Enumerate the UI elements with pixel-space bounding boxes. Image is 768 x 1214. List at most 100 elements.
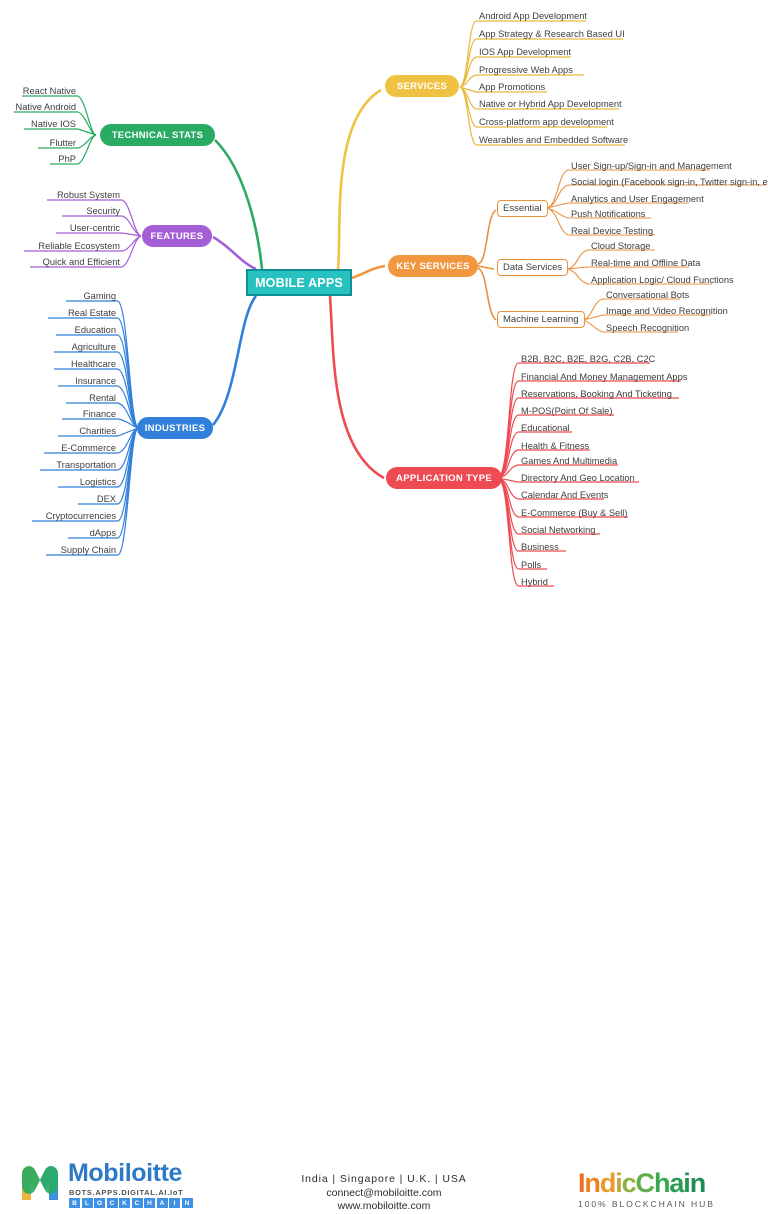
branch-label-industries: INDUSTRIES	[144, 422, 206, 434]
leaf-essential-3[interactable]: Push Notifications	[571, 209, 645, 221]
leaf-industries-8[interactable]: Charities	[0, 426, 116, 438]
leaf-services-1[interactable]: App Strategy & Research Based UI	[479, 29, 625, 41]
branch-label-technical-stats: TECHNICAL STATS	[111, 129, 204, 141]
blockchain-letter-box: A	[156, 1198, 168, 1208]
leaf-services-4[interactable]: App Promotions	[479, 82, 545, 94]
mobiloitte-blockchain-badge: BLOCKCHAIN	[69, 1198, 193, 1208]
leaf-services-0[interactable]: Android App Development	[479, 11, 587, 23]
leaf-industries-3[interactable]: Agriculture	[0, 342, 116, 354]
leaf-technical-stats-1[interactable]: Native Android	[0, 102, 76, 114]
leaf-application-type-5[interactable]: Health & Fitness	[521, 441, 589, 453]
blockchain-letter-box: N	[181, 1198, 193, 1208]
leaf-industries-10[interactable]: Transportation	[0, 460, 116, 472]
leaf-industries-14[interactable]: dApps	[0, 528, 116, 540]
leaf-industries-4[interactable]: Healthcare	[0, 359, 116, 371]
leaf-features-0[interactable]: Robust System	[0, 190, 120, 202]
indicchain-letter: h	[653, 1168, 671, 1198]
leaf-application-type-11[interactable]: Business	[521, 542, 559, 554]
indicchain-logo[interactable]: IndicChain 100% BLOCKCHAIN HUB	[578, 1169, 758, 1213]
branch-node-industries[interactable]: INDUSTRIES	[137, 417, 213, 439]
subnode-essential[interactable]: Essential	[497, 200, 548, 217]
indicchain-letter: C	[635, 1168, 656, 1198]
leaf-industries-5[interactable]: Insurance	[0, 376, 116, 388]
leaf-application-type-0[interactable]: B2B, B2C, B2E, B2G, C2B, C2C	[521, 354, 655, 366]
leaf-industries-0[interactable]: Gaming	[0, 291, 116, 303]
leaf-industries-9[interactable]: E-Commerce	[0, 443, 116, 455]
leaf-essential-1[interactable]: Social login (Facebook sign-in, Twitter …	[571, 177, 768, 189]
mindmap-canvas: MOBILE APPS TECHNICAL STATS React Native…	[0, 0, 768, 1212]
mobiloitte-tagline: BOTS.APPS.DIGITAL.AI.IoT	[69, 1188, 184, 1197]
leaf-application-type-10[interactable]: Social Networking	[521, 525, 595, 537]
blockchain-letter-box: O	[94, 1198, 105, 1208]
branch-node-technical-stats[interactable]: TECHNICAL STATS	[100, 124, 215, 146]
leaf-technical-stats-2[interactable]: Native IOS	[0, 119, 76, 131]
leaf-technical-stats-4[interactable]: PhP	[0, 154, 76, 166]
subnode-machine-learning[interactable]: Machine Learning	[497, 311, 585, 328]
footer-email[interactable]: connect@mobiloitte.com	[250, 1187, 518, 1201]
mobiloitte-logo-mark-icon	[22, 1166, 58, 1200]
leaf-application-type-9[interactable]: E-Commerce (Buy & Sell)	[521, 508, 627, 520]
footer-locations: India | Singapore | U.K. | USA	[301, 1173, 467, 1185]
leaf-industries-13[interactable]: Cryptocurrencies	[0, 511, 116, 523]
footer-website[interactable]: www.mobiloitte.com	[250, 1200, 518, 1214]
leaf-application-type-1[interactable]: Financial And Money Management Apps	[521, 372, 687, 384]
branch-label-key-services: KEY SERVICES	[396, 260, 470, 272]
leaf-technical-stats-3[interactable]: Flutter	[0, 138, 76, 150]
footer: Mobiloitte BOTS.APPS.DIGITAL.AI.IoT BLOC…	[0, 575, 768, 1212]
branch-label-features: FEATURES	[150, 230, 204, 242]
leaf-industries-11[interactable]: Logistics	[0, 477, 116, 489]
leaf-application-type-13[interactable]: Hybrid	[521, 577, 548, 589]
leaf-services-2[interactable]: IOS App Development	[479, 47, 571, 59]
leaf-services-6[interactable]: Cross-platform app development	[479, 117, 614, 129]
leaf-machine-learning-2[interactable]: Speech Recognition	[606, 323, 689, 335]
leaf-industries-7[interactable]: Finance	[0, 409, 116, 421]
indicchain-tagline: 100% BLOCKCHAIN HUB	[578, 1199, 715, 1209]
leaf-machine-learning-0[interactable]: Conversational Bots	[606, 290, 689, 302]
blockchain-letter-box: C	[106, 1198, 118, 1208]
leaf-application-type-12[interactable]: Polls	[521, 560, 541, 572]
leaf-services-5[interactable]: Native or Hybrid App Development	[479, 99, 622, 111]
leaf-machine-learning-1[interactable]: Image and Video Recognition	[606, 306, 728, 318]
blockchain-letter-box: H	[144, 1198, 155, 1208]
leaf-data-services-1[interactable]: Real-time and Offline Data	[591, 258, 700, 270]
leaf-services-3[interactable]: Progressive Web Apps	[479, 65, 573, 77]
blockchain-letter-box: I	[169, 1198, 180, 1208]
leaf-essential-4[interactable]: Real Device Testing	[571, 226, 653, 238]
indicchain-letter: c	[621, 1168, 637, 1198]
leaf-application-type-7[interactable]: Directory And Geo Location	[521, 473, 635, 485]
leaf-services-7[interactable]: Wearables and Embedded Software	[479, 135, 628, 147]
indicchain-letter: d	[599, 1168, 617, 1198]
leaf-industries-2[interactable]: Education	[0, 325, 116, 337]
subnode-data-services[interactable]: Data Services	[497, 259, 569, 276]
center-node-label: MOBILE APPS	[255, 275, 343, 290]
branch-label-services: SERVICES	[396, 80, 448, 92]
leaf-application-type-4[interactable]: Educational	[521, 423, 570, 435]
branch-node-features[interactable]: FEATURES	[142, 225, 212, 247]
blockchain-letter-box: K	[119, 1198, 130, 1208]
leaf-industries-15[interactable]: Supply Chain	[0, 545, 116, 557]
center-node-mobile-apps[interactable]: MOBILE APPS	[246, 269, 352, 296]
leaf-application-type-3[interactable]: M-POS(Point Of Sale)	[521, 406, 612, 418]
indicchain-letter: n	[689, 1168, 707, 1198]
leaf-essential-0[interactable]: User Sign-up/Sign-in and Management	[571, 161, 732, 173]
leaf-industries-12[interactable]: DEX	[0, 494, 116, 506]
leaf-features-2[interactable]: User-centric	[0, 223, 120, 235]
leaf-features-4[interactable]: Quick and Efficient	[0, 257, 120, 269]
branch-node-services[interactable]: SERVICES	[385, 75, 459, 97]
leaf-features-3[interactable]: Reliable Ecosystem	[0, 241, 120, 253]
leaf-data-services-2[interactable]: Application Logic/ Cloud Functions	[591, 275, 734, 287]
leaf-industries-6[interactable]: Rental	[0, 393, 116, 405]
mobiloitte-logo[interactable]: Mobiloitte BOTS.APPS.DIGITAL.AI.IoT BLOC…	[18, 1158, 218, 1210]
leaf-features-1[interactable]: Security	[0, 206, 120, 218]
leaf-data-services-0[interactable]: Cloud Storage	[591, 241, 650, 253]
leaf-essential-2[interactable]: Analytics and User Engagement	[571, 194, 704, 206]
branch-label-application-type: APPLICATION TYPE	[396, 472, 492, 484]
leaf-application-type-6[interactable]: Games And Multimedia	[521, 456, 617, 468]
indicchain-wordmark: IndicChain	[578, 1169, 758, 1198]
leaf-industries-1[interactable]: Real Estate	[0, 308, 116, 320]
leaf-application-type-8[interactable]: Calendar And Events	[521, 490, 608, 502]
leaf-technical-stats-0[interactable]: React Native	[0, 86, 76, 98]
branch-node-key-services[interactable]: KEY SERVICES	[388, 255, 478, 277]
branch-node-application-type[interactable]: APPLICATION TYPE	[386, 467, 502, 489]
leaf-application-type-2[interactable]: Reservations, Booking And Ticketing	[521, 389, 672, 401]
